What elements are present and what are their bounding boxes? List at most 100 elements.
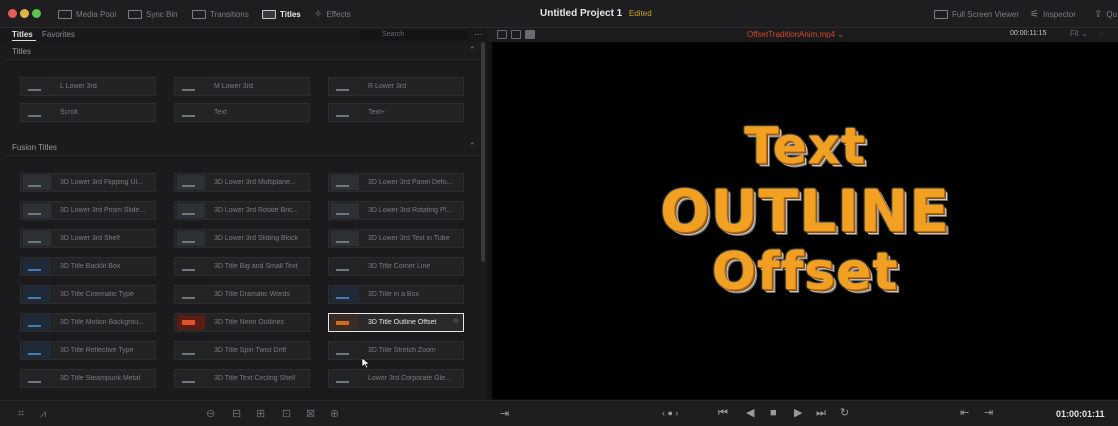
tab-titles[interactable]: Titles (12, 30, 33, 39)
viewer-dual-icon[interactable] (525, 30, 535, 39)
jump-to-end-icon[interactable]: ⏭ (816, 407, 826, 420)
title-thumbnail (177, 287, 205, 302)
pointer-icon[interactable]: ⩘ (40, 408, 46, 420)
title-item[interactable]: 3D Title in a Box (328, 285, 464, 304)
title-item[interactable]: 3D Lower 3rd Sliding Block (174, 229, 310, 248)
title-item-label: 3D Lower 3rd Rotate Bric... (214, 207, 299, 214)
title-item[interactable]: 3D Title Spin Twist Drift (174, 341, 310, 360)
project-title: Untitled Project 1 (540, 8, 623, 19)
title-item[interactable]: 3D Title Motion Backgrou... (20, 313, 156, 332)
title-thumbnail (23, 315, 51, 330)
viewer-single-icon[interactable] (511, 30, 521, 39)
minimize-window-button[interactable] (20, 9, 29, 18)
favorite-star-icon[interactable]: ☆ (453, 317, 459, 325)
title-item[interactable]: M Lower 3rd (174, 77, 310, 96)
title-item[interactable]: 3D Title Stretch Zoom (328, 341, 464, 360)
title-item-label: 3D Title Backlit Box (60, 263, 121, 270)
search-input[interactable]: Search (360, 30, 468, 40)
title-item[interactable]: 3D Title Corner Line (328, 257, 464, 276)
zoom-label: Fit (1070, 29, 1079, 38)
library-scrollbar[interactable] (481, 42, 485, 262)
mark-in-icon[interactable]: ⇤ (960, 407, 969, 420)
collapse-chevron-icon[interactable]: ⌃ (468, 141, 476, 152)
section-titles-header[interactable]: Titles ⌃ (6, 44, 480, 60)
title-thumbnail (23, 287, 51, 302)
section-fusion-titles-header[interactable]: Fusion Titles ⌃ (6, 140, 480, 156)
loop-icon[interactable]: ↻ (840, 407, 849, 420)
library-tabs: Titles Favorites Search ⋯ (0, 28, 487, 42)
title-item[interactable]: Lower 3rd Corporate Gle... (328, 369, 464, 388)
inspector-button[interactable]: ⚟ Inspector (1026, 6, 1080, 22)
clip-name-dropdown[interactable]: OffsetTraditionAnim.mp4 ⌄ (747, 30, 844, 39)
title-item[interactable]: 3D Lower 3rd Rotating Pl... (328, 201, 464, 220)
metadata-icon[interactable]: ⊠ (306, 408, 315, 420)
title-thumbnail (23, 231, 51, 246)
thumbnail-size-icon[interactable]: ⊡ (282, 408, 291, 420)
title-item[interactable]: 3D Lower 3rd Multiplane... (174, 173, 310, 192)
titles-button[interactable]: Titles (258, 6, 305, 22)
title-thumbnail (177, 259, 205, 274)
title-item-label: Lower 3rd Corporate Gle... (368, 375, 451, 382)
title-item[interactable]: 3D Title Reflective Type (20, 341, 156, 360)
title-thumbnail (23, 343, 51, 358)
edit-mode-icon[interactable]: ⌗ (18, 408, 24, 420)
jump-to-start-icon[interactable]: ⏮ (718, 407, 728, 420)
title-thumbnail (177, 315, 205, 330)
title-item-label: 3D Title Cinematic Type (60, 291, 134, 298)
title-item[interactable]: 3D Title Text Circling Shell (174, 369, 310, 388)
stop-icon[interactable]: ■ (770, 407, 777, 420)
title-item[interactable]: 3D Lower 3rd Text in Tube (328, 229, 464, 248)
sync-bin-button[interactable]: Sync Bin (124, 6, 182, 22)
title-item[interactable]: 3D Title Dramatic Words (174, 285, 310, 304)
play-reverse-icon[interactable]: ◀ (746, 407, 754, 420)
title-item[interactable]: 3D Title Big and Small Text (174, 257, 310, 276)
sort-icon[interactable]: ⊞ (256, 408, 265, 420)
title-item-label: Text (214, 109, 227, 116)
title-item[interactable]: 3D Title Neon Outlines (174, 313, 310, 332)
zoom-dropdown[interactable]: Fit ⌄ (1070, 29, 1088, 38)
title-item[interactable]: 3D Lower 3rd Prism Slide... (20, 201, 156, 220)
effects-label: Effects (326, 9, 351, 19)
title-thumbnail (177, 371, 205, 386)
title-item[interactable]: 3D Title Backlit Box (20, 257, 156, 276)
title-item[interactable]: 3D Lower 3rd Panel Defo... (328, 173, 464, 192)
title-item[interactable]: 3D Lower 3rd Shelf (20, 229, 156, 248)
title-item[interactable]: R Lower 3rd (328, 77, 464, 96)
title-item-label: L Lower 3rd (60, 83, 97, 90)
title-item[interactable]: Scroll (20, 103, 156, 122)
media-pool-button[interactable]: Media Pool (54, 6, 120, 22)
zoom-window-button[interactable] (32, 9, 41, 18)
collapse-chevron-icon[interactable]: ⌃ (468, 45, 476, 56)
transitions-button[interactable]: Transitions (188, 6, 253, 22)
effects-button[interactable]: ✧ Effects (310, 6, 355, 22)
title-thumbnail (23, 105, 51, 120)
title-item-selected[interactable]: 3D Title Outline Offset ☆ (328, 313, 464, 332)
title-item[interactable]: 3D Lower 3rd Rotate Bric... (174, 201, 310, 220)
list-view-icon[interactable]: ⊖ (206, 408, 215, 420)
more-icon[interactable]: ⋯ (474, 29, 484, 40)
title-item[interactable]: Text+ (328, 103, 464, 122)
title-item[interactable]: 3D Title Cinematic Type (20, 285, 156, 304)
sync-bin-label: Sync Bin (146, 9, 178, 19)
jog-control-icon[interactable]: ‹ ● › (662, 407, 678, 420)
settings-icon[interactable]: ⊕ (330, 408, 339, 420)
title-item[interactable]: Text (174, 103, 310, 122)
title-item[interactable]: 3D Title Steampunk Metal (20, 369, 156, 388)
mark-out-icon[interactable]: ⇥ (984, 407, 993, 420)
video-viewer[interactable]: Text OUTLINE Offset (492, 42, 1118, 399)
viewer-layout-icon[interactable] (497, 30, 507, 39)
full-screen-viewer-button[interactable]: Full Screen Viewer (930, 6, 1023, 22)
effects-icon: ✧ (314, 8, 323, 20)
title-thumbnail (331, 287, 359, 302)
title-item[interactable]: L Lower 3rd (20, 77, 156, 96)
viewer-options-icon[interactable]: ◌ (1099, 29, 1104, 39)
quick-export-button[interactable]: ⇪ Qu (1090, 6, 1118, 22)
title-item[interactable]: 3D Lower 3rd Flipping Ul... (20, 173, 156, 192)
grid-view-icon[interactable]: ⊟ (232, 408, 241, 420)
playhead-timecode: 01:00:01:11 (1056, 409, 1105, 419)
play-icon[interactable]: ▶ (794, 407, 802, 420)
match-frame-icon[interactable]: ⇥ (500, 408, 509, 420)
close-window-button[interactable] (8, 9, 17, 18)
full-screen-label: Full Screen Viewer (952, 9, 1019, 19)
tab-favorites[interactable]: Favorites (42, 30, 75, 39)
